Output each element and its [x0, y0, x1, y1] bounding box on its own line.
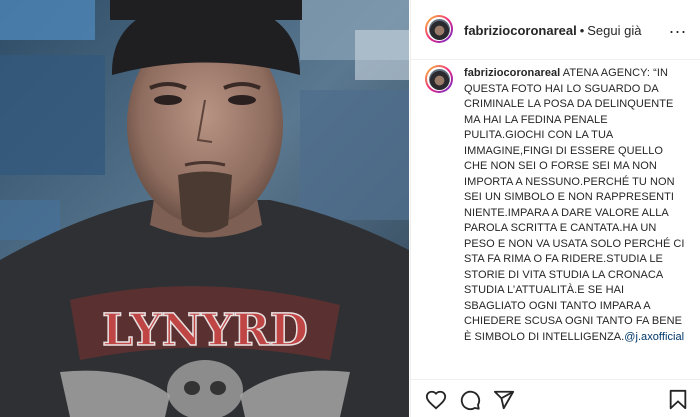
caption-username-link[interactable]: fabriziocoronareal	[464, 67, 560, 79]
shirt-text: LYNYRD	[102, 305, 308, 356]
caption-text-block: fabriziocoronareal ATENA AGENCY: “IN QUE…	[464, 66, 686, 345]
post-header: fabriziocoronareal • Segui già ...	[411, 0, 700, 60]
bookmark-icon[interactable]	[667, 389, 689, 411]
avatar[interactable]	[425, 15, 453, 43]
portrait-image: LYNYRD	[0, 0, 409, 417]
separator-dot: •	[579, 23, 585, 38]
comment-icon[interactable]	[459, 389, 481, 411]
post-photo[interactable]: LYNYRD	[0, 0, 409, 417]
heart-icon[interactable]	[425, 389, 447, 411]
share-icon[interactable]	[493, 389, 515, 411]
caption-avatar[interactable]	[425, 65, 453, 93]
more-options-icon[interactable]: ...	[669, 17, 687, 37]
action-bar	[411, 379, 700, 417]
post-sidebar: fabriziocoronareal • Segui già ... fabrizi…	[410, 0, 700, 417]
follow-status-button[interactable]: Segui già	[587, 23, 641, 38]
caption-body: ATENA AGENCY: “IN QUESTA FOTO HAI LO SGU…	[464, 67, 685, 343]
mention-link[interactable]: @j.axofficial	[624, 331, 684, 343]
caption-section: fabriziocoronareal ATENA AGENCY: “IN QUE…	[411, 60, 700, 378]
username-link[interactable]: fabriziocoronareal	[464, 23, 577, 38]
header-user: fabriziocoronareal • Segui già	[464, 23, 641, 38]
instagram-post: LYNYRD fabriziocoronareal • Segui già ... …	[0, 0, 700, 417]
